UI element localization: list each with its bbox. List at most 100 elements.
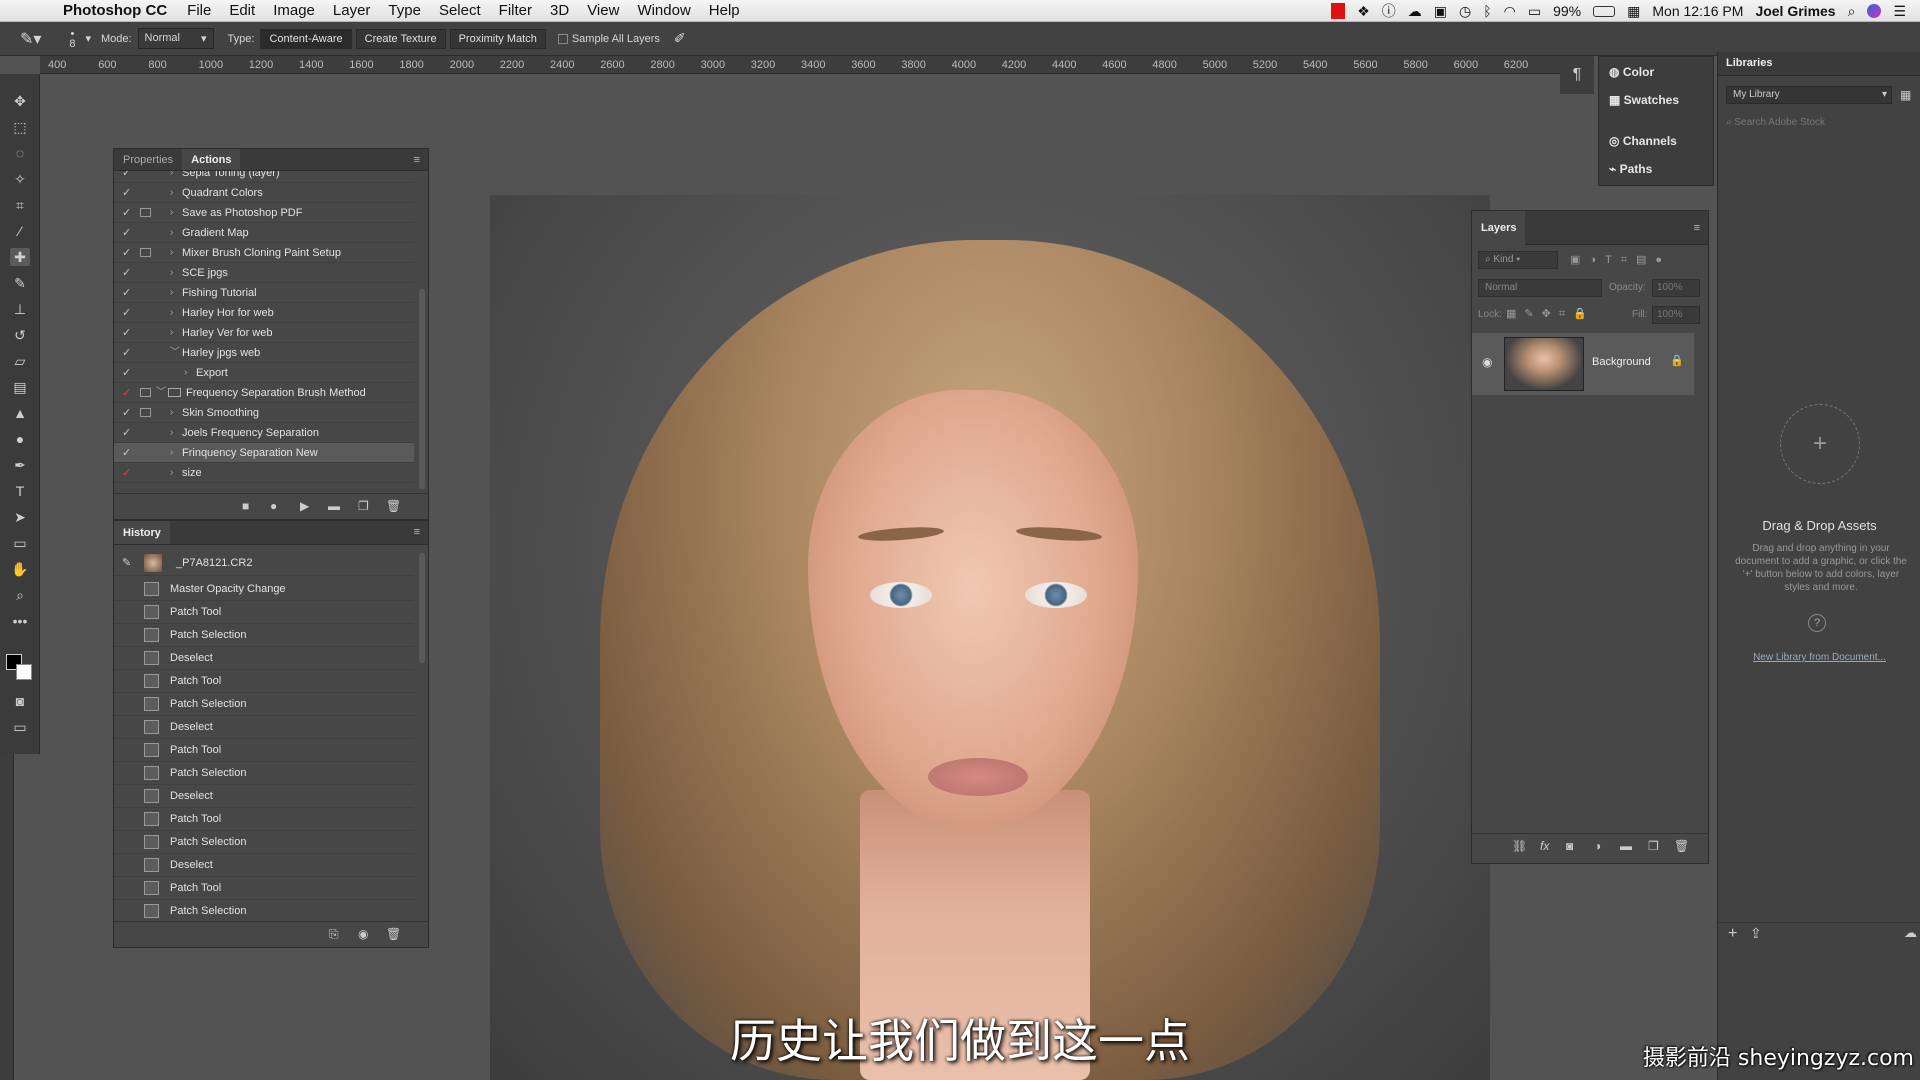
action-toggle-check-icon[interactable]: ✓ [122, 403, 134, 423]
action-toggle-check-icon[interactable]: ✓ [122, 171, 134, 183]
history-state-row[interactable]: Patch Selection [114, 900, 414, 923]
clock[interactable]: Mon 12:16 PM [1652, 3, 1743, 19]
type-tool-icon[interactable]: T [10, 482, 30, 500]
dock-item-channels[interactable]: ◎ Channels [1609, 134, 1677, 148]
play-icon[interactable]: ▶ [300, 499, 309, 513]
chevron-right-icon[interactable]: › [170, 183, 173, 203]
create-texture-button[interactable]: Create Texture [355, 28, 446, 49]
action-row[interactable]: ✓ › Harley Ver for web [114, 323, 414, 343]
layer-name[interactable]: Background [1592, 356, 1651, 368]
fill-input[interactable]: 100% [1652, 306, 1700, 324]
notification-center-icon[interactable]: ☰ [1893, 3, 1906, 20]
mode-select[interactable]: Normal ▾ [137, 28, 214, 49]
blend-mode-select[interactable]: Normal [1478, 279, 1602, 297]
content-aware-button[interactable]: Content-Aware [260, 28, 352, 49]
history-state-row[interactable]: Deselect [114, 854, 414, 877]
brush-tool-icon[interactable]: ✎ [10, 274, 30, 292]
history-state-row[interactable]: Deselect [114, 716, 414, 739]
sample-all-layers-checkbox[interactable] [557, 33, 568, 44]
history-state-row[interactable]: Patch Selection [114, 624, 414, 647]
help-icon[interactable]: ? [1808, 614, 1826, 632]
dropbox-icon[interactable]: ❖ [1357, 3, 1370, 20]
action-toggle-check-icon[interactable]: ✓ [122, 383, 134, 403]
dialog-toggle-icon[interactable] [140, 248, 151, 257]
delete-layer-icon[interactable]: 🗑 [1674, 839, 1689, 853]
gradient-tool-icon[interactable]: ▤ [10, 378, 30, 396]
link-layers-icon[interactable]: ⛓ [1512, 839, 1527, 853]
chevron-right-icon[interactable]: › [170, 323, 173, 343]
tab-libraries[interactable]: Libraries [1726, 57, 1772, 69]
new-group-icon[interactable]: ▬ [1620, 839, 1632, 853]
chevron-right-icon[interactable]: › [170, 423, 173, 443]
menu-filter[interactable]: Filter [490, 0, 541, 22]
library-select[interactable]: My Library ▾ [1726, 86, 1892, 104]
action-row[interactable]: ✓ › Skin Smoothing [114, 403, 414, 423]
history-state-row[interactable]: Patch Tool [114, 601, 414, 624]
history-snapshot[interactable]: ✎ _P7A8121.CR2 [114, 552, 414, 576]
new-layer-icon[interactable]: ❐ [1648, 839, 1659, 853]
action-toggle-check-icon[interactable]: ✓ [122, 263, 134, 283]
menu-window[interactable]: Window [628, 0, 699, 22]
eye-visibility-icon[interactable]: ◉ [1482, 355, 1492, 369]
chevron-right-icon[interactable]: › [184, 363, 187, 383]
paragraph-panel-icon[interactable]: ¶ [1560, 56, 1594, 94]
history-state-row[interactable]: Deselect [114, 647, 414, 670]
chevron-right-icon[interactable]: › [170, 463, 173, 483]
battery-percent[interactable]: 99% [1553, 3, 1581, 19]
history-state-row[interactable]: Master Opacity Change [114, 578, 414, 601]
add-mask-icon[interactable]: ◙ [1566, 839, 1573, 853]
action-row[interactable]: ✓ ﹀ Harley jpgs web [114, 343, 414, 363]
action-toggle-check-icon[interactable]: ✓ [122, 243, 134, 263]
record-icon[interactable]: ● [270, 499, 277, 513]
add-asset-plus-icon[interactable]: + [1780, 404, 1860, 484]
action-row[interactable]: ✓ › Frinquency Separation New [114, 443, 414, 463]
action-toggle-check-icon[interactable]: ✓ [122, 463, 134, 483]
dialog-toggle-icon[interactable] [140, 388, 151, 397]
history-state-row[interactable]: Patch Selection [114, 762, 414, 785]
user-name[interactable]: Joel Grimes [1755, 3, 1835, 19]
menu-file[interactable]: File [178, 0, 220, 22]
red-app-icon[interactable] [1331, 3, 1346, 19]
chevron-down-icon[interactable]: ﹀ [170, 343, 180, 363]
history-state-row[interactable]: Patch Tool [114, 739, 414, 762]
wifi-icon[interactable]: ◠ [1504, 3, 1516, 20]
menu-type[interactable]: Type [379, 0, 430, 22]
app-name[interactable]: Photoshop CC [54, 0, 178, 22]
history-state-row[interactable]: Patch Selection [114, 831, 414, 854]
action-toggle-check-icon[interactable]: ✓ [122, 423, 134, 443]
adjustment-layer-icon[interactable]: ◑ [1594, 839, 1601, 853]
history-state-row[interactable]: Patch Selection [114, 693, 414, 716]
dodge-tool-icon[interactable]: ● [10, 430, 30, 448]
info-icon[interactable]: ⓘ [1382, 1, 1396, 21]
brush-size-preview[interactable]: • 8 [59, 28, 85, 49]
chevron-right-icon[interactable]: › [170, 263, 173, 283]
menu-3d[interactable]: 3D [541, 0, 578, 22]
menu-layer[interactable]: Layer [324, 0, 380, 22]
new-document-from-state-icon[interactable]: ⎘ [329, 927, 339, 942]
chevron-right-icon[interactable]: › [170, 403, 173, 423]
history-state-row[interactable]: Patch Tool [114, 877, 414, 900]
healing-brush-preset-icon[interactable]: ✎▾ [20, 29, 41, 49]
action-toggle-check-icon[interactable]: ✓ [122, 183, 134, 203]
chevron-right-icon[interactable]: › [170, 283, 173, 303]
move-tool-icon[interactable]: ✥ [10, 92, 30, 110]
eyedropper-tool-icon[interactable]: ⁄ [10, 222, 30, 240]
chevron-right-icon[interactable]: › [170, 303, 173, 323]
layers-menu-icon[interactable]: ≡ [1686, 217, 1708, 239]
action-row[interactable]: ✓ › size [114, 463, 414, 483]
action-row[interactable]: ✓ › Harley Hor for web [114, 303, 414, 323]
spotlight-search-icon[interactable]: ⌕ [1848, 3, 1856, 20]
chevron-right-icon[interactable]: › [170, 171, 173, 183]
chevron-right-icon[interactable]: › [170, 243, 173, 263]
dock-item-swatches[interactable]: ▦ Swatches [1609, 93, 1679, 107]
panel-menu-icon[interactable]: ≡ [406, 149, 428, 170]
action-toggle-check-icon[interactable]: ✓ [122, 363, 134, 383]
menu-select[interactable]: Select [430, 0, 490, 22]
action-row[interactable]: ✓ › Gradient Map [114, 223, 414, 243]
add-content-icon[interactable]: + [1728, 925, 1737, 943]
delete-action-icon[interactable]: 🗑 [386, 499, 401, 513]
layer-filter-kind[interactable]: ⌕ Kind ▾ [1478, 251, 1558, 269]
fx-icon[interactable]: fx [1540, 839, 1549, 853]
history-brush-tool-icon[interactable]: ↺ [10, 326, 30, 344]
action-toggle-check-icon[interactable]: ✓ [122, 323, 134, 343]
